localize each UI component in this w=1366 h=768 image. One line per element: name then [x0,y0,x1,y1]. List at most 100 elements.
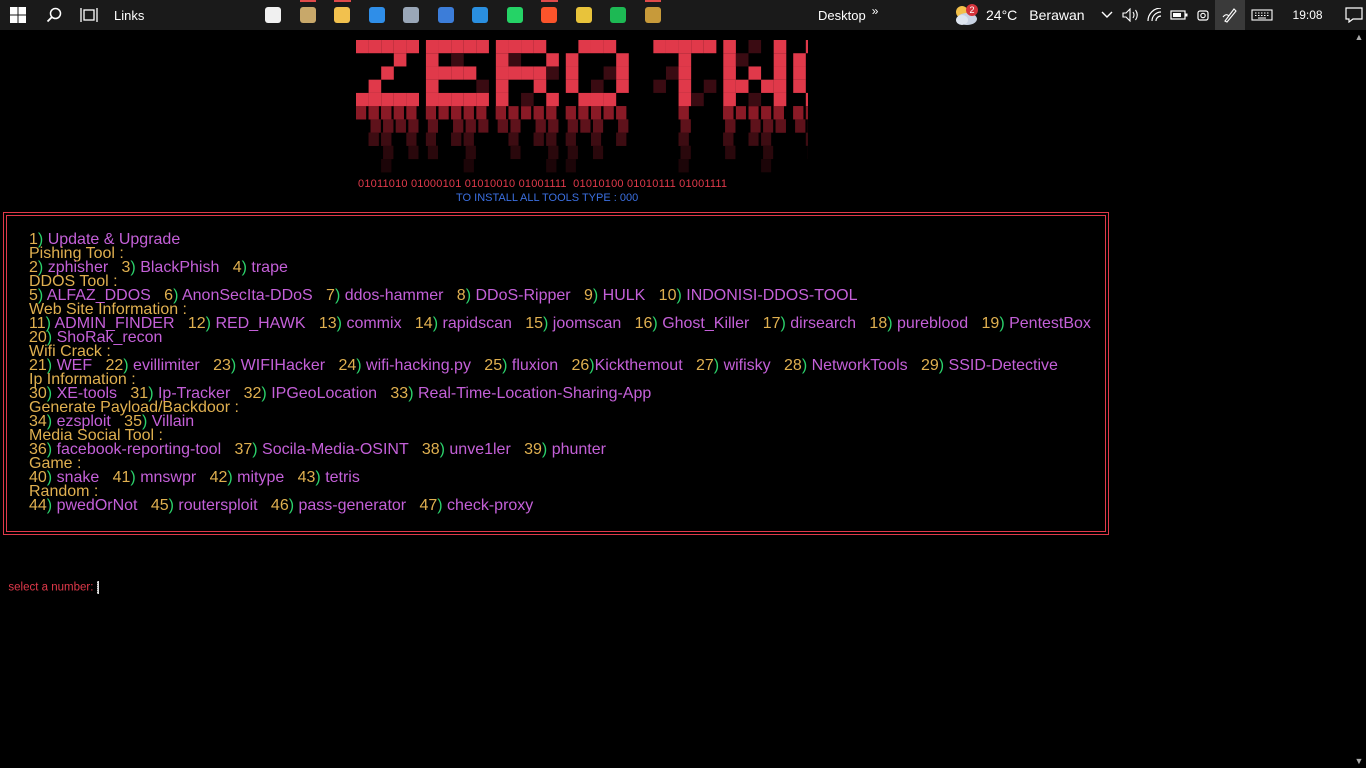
menu-item-paren: ) [780,315,791,332]
banner-pixel [773,92,787,107]
menu-item-38[interactable]: 38) unve1ler [422,441,511,458]
menu-item-45[interactable]: 45) routersploit [151,497,258,514]
terminal-scrollbar[interactable]: ▲ ▼ [1352,30,1366,768]
weather-widget[interactable]: 2 24°C Berawan [952,3,1095,27]
menu-item-19[interactable]: 19) PentestBox [982,315,1091,332]
taskbar-app-9[interactable] [567,0,602,30]
menu-row: 21) WEF 22) evillimiter 23) WIFIHacker 2… [29,357,1091,374]
taskbar-app-3[interactable] [360,0,395,30]
menu-item-number: 15 [525,315,543,332]
menu-item-16[interactable]: 16) Ghost_Killer [635,315,750,332]
camera-app-button[interactable] [1191,0,1215,30]
menu-item-13[interactable]: 13) commix [319,315,402,332]
menu-item-paren: ) [437,497,448,514]
menu-item-10[interactable]: 10) INDONISI-DDOS-TOOL [659,287,858,304]
menu-item-41[interactable]: 41) mnswpr [113,469,197,486]
banner-drip [680,119,691,133]
taskbar-app-2[interactable] [325,0,360,30]
clock[interactable]: 19:08 [1279,8,1339,22]
menu-item-12[interactable]: 12) RED_HAWK [188,315,306,332]
terminal-prompt[interactable]: select a number: [2,569,100,594]
banner-drip [406,132,417,146]
menu-item-15[interactable]: 15) joomscan [525,315,621,332]
banner-pixel [508,40,522,54]
menu-item-43[interactable]: 43) tetris [298,469,360,486]
menu-item-32[interactable]: 32) IPGeoLocation [244,385,377,402]
spotify-icon [610,7,627,23]
volume-button[interactable] [1119,0,1143,30]
banner-drip [465,145,476,160]
menu-item-number: 29 [920,357,939,374]
menu-item-33[interactable]: 33) Real-Time-Location-Sharing-App [390,385,651,402]
menu-item-3[interactable]: 3) BlackPhish [122,259,220,276]
menu-item-44[interactable]: 44) pwedOrNot [29,497,138,514]
menu-item-47[interactable]: 47) check-proxy [419,497,533,514]
menu-item-39[interactable]: 39) phunter [524,441,606,458]
taskbar-app-11[interactable] [636,0,671,30]
banner-drip [438,106,449,120]
banner-drip [406,106,417,120]
scroll-down-arrow-icon[interactable]: ▼ [1354,756,1364,766]
banner-drip [381,106,392,120]
scroll-up-arrow-icon[interactable]: ▲ [1354,32,1364,42]
start-button[interactable] [0,0,36,30]
pen-icon [1222,8,1237,23]
camera-icon [1196,10,1209,21]
menu-item-18[interactable]: 18) pureblood [869,315,968,332]
pen-menu-button[interactable] [1214,0,1245,30]
menu-item-29[interactable]: 29) SSID-Detective [921,357,1058,374]
menu-item-number: 12 [187,315,206,332]
menu-item-37[interactable]: 37) Socila-Media-OSINT [234,441,408,458]
links-toolbar[interactable]: Links [106,8,152,23]
taskbar-app-7[interactable] [498,0,533,30]
menu-item-8[interactable]: 8) DDoS-Ripper [457,287,571,304]
touch-keyboard-button[interactable] [1245,0,1279,30]
text-cursor [97,581,100,594]
menu-item-paren: ) [676,287,687,304]
menu-item-name: unve1ler [449,441,511,458]
menu-item-14[interactable]: 14) rapidscan [415,315,512,332]
menu-item-number: 39 [524,441,542,458]
system-tray: 2 24°C Berawan 19:08 [952,0,1366,30]
taskbar-app-5[interactable] [429,0,464,30]
show-hidden-icons-button[interactable] [1095,0,1119,30]
menu-item-23[interactable]: 23) WIFIHacker [213,357,325,374]
menu-item-paren: ) [168,497,179,514]
menu-row: 11) ADMIN_FINDER 12) RED_HAWK 13) commix… [29,315,1091,332]
menu-item-4[interactable]: 4) trape [233,259,288,276]
banner-drip [678,106,689,120]
search-button[interactable] [36,0,72,30]
menu-item-42[interactable]: 42) mitype [210,469,285,486]
menu-item-24[interactable]: 24) wifi-hacking.py [338,357,471,374]
weather-condition-label: Berawan [1029,7,1085,23]
action-center-button[interactable] [1339,7,1366,23]
task-view-button[interactable] [72,0,106,30]
menu-item-26[interactable]: 26)Kickthemout [571,357,682,374]
banner-pixel [578,40,591,54]
menu-item-paren: ) [230,357,241,374]
menu-item-25[interactable]: 25) fluxion [484,357,558,374]
taskbar-app-0[interactable] [256,0,291,30]
banner-pixel [565,53,579,67]
taskbar-app-1[interactable] [291,0,326,30]
network-button[interactable] [1143,0,1167,30]
menu-item-paren: ) [227,469,238,486]
taskbar-app-8[interactable] [532,0,567,30]
tools-menu: 1) Update & Upgrade Pishing Tool :2) zphi… [29,232,1091,514]
menu-item-27[interactable]: 27) wifisky [696,357,771,374]
menu-item-17[interactable]: 17) dirsearch [763,315,856,332]
banner-drip [508,132,519,146]
menu-item-9[interactable]: 9) HULK [584,287,645,304]
taskbar-app-4[interactable] [394,0,429,30]
desktop-toolbar[interactable]: Desktop » [818,0,878,30]
taskbar-app-6[interactable] [463,0,498,30]
banner-drip [761,106,772,120]
battery-button[interactable] [1167,0,1191,30]
menu-item-name: joomscan [552,315,622,332]
menu-item-7[interactable]: 7) ddos-hammer [326,287,443,304]
taskbar-app-10[interactable] [601,0,636,30]
menu-item-46[interactable]: 46) pass-generator [271,497,406,514]
chevron-right-icon[interactable]: » [872,4,879,18]
menu-item-28[interactable]: 28) NetworkTools [784,357,908,374]
banner-drip [508,106,519,120]
